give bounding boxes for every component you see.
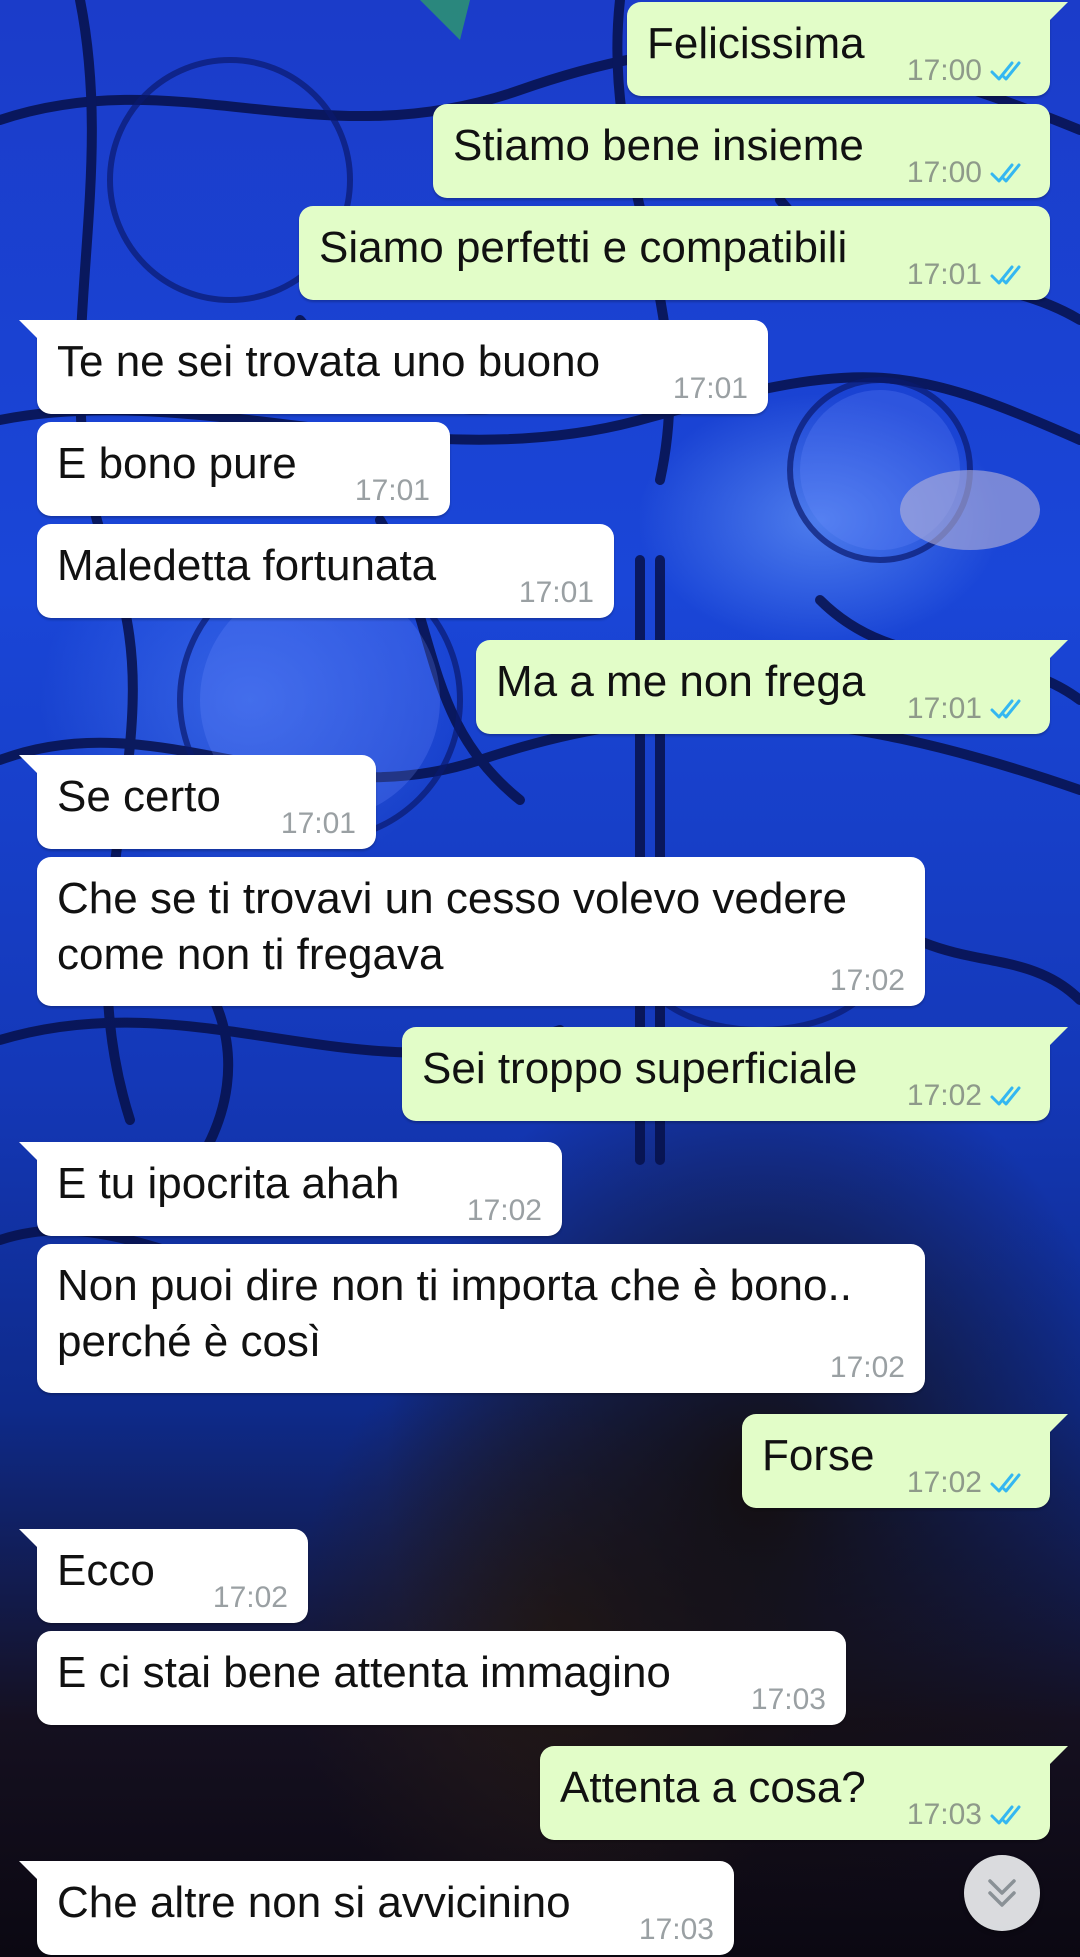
message-bubble-incoming[interactable]: E tu ipocrita ahah 17:02: [19, 1142, 562, 1236]
message-text: Che altre non si avvicinino: [57, 1878, 571, 1927]
message-meta: 17:02: [213, 1581, 288, 1615]
double-check-read-icon: [990, 1473, 1021, 1493]
message-time: 17:01: [906, 258, 982, 291]
message-time: 17:01: [280, 807, 356, 840]
message-time: 17:02: [829, 1351, 905, 1384]
message-time: 17:00: [906, 54, 982, 87]
message-time: 17:01: [518, 576, 594, 609]
message-bubble-incoming[interactable]: Che se ti trovavi un cesso volevo vedere…: [37, 857, 925, 1006]
message-meta: 17:02: [907, 1466, 1030, 1500]
message-time: 17:01: [906, 692, 982, 725]
message-bubble-outgoing[interactable]: Stiamo bene insieme 17:00: [433, 104, 1050, 198]
message-bubble-incoming[interactable]: Ecco 17:02: [19, 1529, 308, 1623]
message-bubble-outgoing[interactable]: Sei troppo superficiale 17:02: [402, 1027, 1068, 1121]
message-text: Che se ti trovavi un cesso volevo vedere…: [57, 874, 847, 979]
message-meta: 17:00: [907, 156, 1030, 190]
double-check-read-icon: [990, 1805, 1021, 1825]
message-bubble-incoming[interactable]: E bono pure 17:01: [37, 422, 450, 516]
message-meta: 17:03: [751, 1683, 826, 1717]
message-bubble-outgoing[interactable]: Attenta a cosa? 17:03: [540, 1746, 1068, 1840]
message-time: 17:02: [906, 1079, 982, 1112]
message-time: 17:01: [672, 372, 748, 405]
message-list[interactable]: Felicissima 17:00 Stiamo bene insieme 17…: [0, 0, 1080, 1957]
message-meta: 17:01: [907, 692, 1030, 726]
message-meta: 17:01: [281, 807, 356, 841]
message-bubble-incoming[interactable]: Che altre non si avvicinino 17:03: [19, 1861, 734, 1955]
message-time: 17:02: [212, 1581, 288, 1614]
message-text: E ci stai bene attenta immagino: [57, 1648, 671, 1697]
message-bubble-outgoing[interactable]: Felicissima 17:00: [627, 2, 1068, 96]
message-time: 17:03: [750, 1683, 826, 1716]
message-time: 17:02: [906, 1466, 982, 1499]
message-bubble-incoming[interactable]: Te ne sei trovata uno buono 17:01: [19, 320, 768, 414]
message-time: 17:03: [638, 1913, 714, 1946]
scroll-to-bottom-button[interactable]: [964, 1855, 1040, 1931]
message-meta: 17:00: [907, 54, 1030, 88]
message-meta: 17:02: [907, 1079, 1030, 1113]
message-meta: 17:01: [355, 474, 430, 508]
message-time: 17:00: [906, 156, 982, 189]
message-text: Non puoi dire non ti importa che è bono.…: [57, 1261, 852, 1366]
message-bubble-incoming[interactable]: Maledetta fortunata 17:01: [37, 524, 614, 618]
message-time: 17:03: [906, 1798, 982, 1831]
message-meta: 17:01: [907, 258, 1030, 292]
double-check-read-icon: [990, 163, 1021, 183]
message-meta: 17:02: [467, 1194, 542, 1228]
message-meta: 17:02: [830, 964, 905, 998]
message-bubble-outgoing[interactable]: Forse 17:02: [742, 1414, 1068, 1508]
message-meta: 17:03: [639, 1913, 714, 1947]
double-check-read-icon: [990, 265, 1021, 285]
double-check-read-icon: [990, 699, 1021, 719]
message-bubble-outgoing[interactable]: Ma a me non frega 17:01: [476, 640, 1068, 734]
message-text: Te ne sei trovata uno buono: [57, 337, 601, 386]
double-check-read-icon: [990, 61, 1021, 81]
message-bubble-outgoing[interactable]: Siamo perfetti e compatibili 17:01: [299, 206, 1050, 300]
message-bubble-incoming[interactable]: Se certo 17:01: [19, 755, 376, 849]
message-time: 17:02: [829, 964, 905, 997]
double-check-read-icon: [990, 1086, 1021, 1106]
double-chevron-down-icon: [988, 1879, 1016, 1907]
message-meta: 17:01: [673, 372, 748, 406]
message-time: 17:01: [354, 474, 430, 507]
message-meta: 17:03: [907, 1798, 1030, 1832]
message-text: Maledetta fortunata: [57, 541, 437, 590]
message-bubble-incoming[interactable]: E ci stai bene attenta immagino 17:03: [37, 1631, 846, 1725]
message-meta: 17:01: [519, 576, 594, 610]
message-bubble-incoming[interactable]: Non puoi dire non ti importa che è bono.…: [37, 1244, 925, 1393]
message-time: 17:02: [466, 1194, 542, 1227]
message-meta: 17:02: [830, 1351, 905, 1385]
